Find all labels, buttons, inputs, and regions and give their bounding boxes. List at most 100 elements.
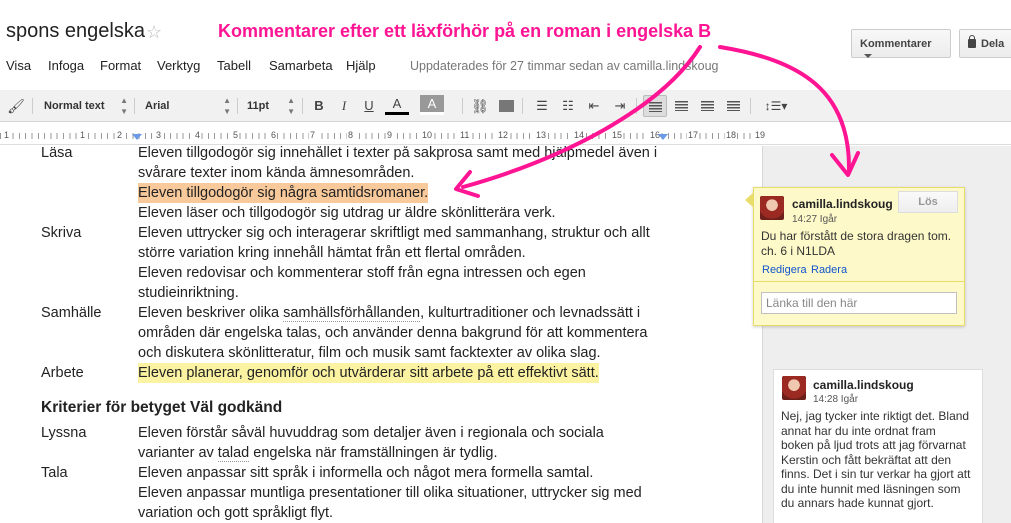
section-heading: Kriterier för betyget Väl godkänd: [41, 399, 283, 416]
criteria-text: varianter av talad engelska när framstäl…: [138, 443, 498, 463]
bulleted-list-icon[interactable]: ☷: [558, 95, 578, 117]
criteria-text: Eleven redovisar och kommenterar stoff f…: [138, 265, 586, 281]
ruler-number: 17: [687, 130, 700, 140]
criteria-text: Eleven läser och tillgodogör sig utdrag …: [138, 205, 556, 221]
criteria-text: studieinriktning.: [138, 285, 239, 301]
ruler-number: 11: [459, 130, 471, 140]
comment-author: camilla.lindskoug: [792, 197, 893, 211]
criteria-label: Samhälle: [41, 305, 102, 321]
text-segment: varianter av: [138, 445, 218, 461]
last-updated-status[interactable]: Uppdaterades för 27 timmar sedan av cami…: [410, 59, 719, 73]
title-bar: spons engelska ☆ Kommentarer efter ett l…: [0, 0, 1011, 59]
edit-comment-link[interactable]: Redigera: [762, 264, 807, 276]
font-select[interactable]: Arial ▲ ▼: [141, 95, 233, 117]
text-segment: , kulturtraditioner och levnadssätt i: [420, 305, 641, 321]
highlight-color-button[interactable]: A: [420, 95, 444, 115]
document-title[interactable]: spons engelska: [6, 20, 145, 43]
comment-card[interactable]: camilla.lindskoug 14:28 Igår Nej, jag ty…: [773, 369, 983, 523]
ruler-number: 10: [421, 130, 434, 140]
italic-button[interactable]: I: [334, 95, 354, 117]
criteria-label: Arbete: [41, 365, 84, 381]
ruler-number: 5: [232, 130, 240, 140]
comment-author: camilla.lindskoug: [813, 378, 914, 392]
avatar: [782, 376, 806, 400]
menu-collaborate[interactable]: Samarbeta: [269, 58, 333, 73]
numbered-list-icon[interactable]: ☰: [532, 95, 552, 117]
menu-tools[interactable]: Verktyg: [157, 58, 200, 73]
menu-table[interactable]: Tabell: [217, 58, 251, 73]
menu-view[interactable]: Visa: [6, 58, 31, 73]
comment-time: 14:28 Igår: [813, 394, 859, 405]
underline-button[interactable]: U: [359, 95, 379, 117]
paint-format-icon[interactable]: 🖌: [6, 95, 26, 117]
link-to-comment-input[interactable]: [761, 292, 957, 314]
ruler-number: 7: [309, 130, 317, 140]
image-icon[interactable]: [496, 95, 516, 117]
spellcheck-word[interactable]: talad: [217, 445, 250, 462]
criteria-text: svårare texter inom kända ämnesområden.: [138, 165, 415, 181]
align-justify-icon[interactable]: [722, 95, 744, 117]
delete-comment-link[interactable]: Radera: [811, 264, 847, 276]
font-size-select[interactable]: 11pt ▲ ▼: [243, 95, 297, 117]
align-right-icon[interactable]: [696, 95, 718, 117]
criteria-text: Eleven anpassar sitt språk i informella …: [138, 465, 594, 481]
avatar: [760, 196, 784, 220]
criteria-text: Eleven förstår såväl huvuddrag som detal…: [138, 425, 604, 441]
commented-text-highlight[interactable]: Eleven planerar, genomför och utvärderar…: [138, 363, 599, 383]
lock-icon: [968, 35, 976, 48]
criteria-text: variation och gott språkligt flyt.: [138, 505, 334, 521]
menu-bar: Visa Infoga Format Verktyg Tabell Samarb…: [0, 52, 1011, 80]
spellcheck-word[interactable]: samhällsförhållanden: [283, 305, 421, 322]
select-arrows-icon: ▲ ▼: [223, 96, 231, 116]
ruler-number: 6: [270, 130, 278, 140]
comment-card-active[interactable]: camilla.lindskoug 14:27 Igår Lös Du har …: [745, 187, 965, 326]
ruler-number: 15: [611, 130, 624, 140]
share-button-label: Dela: [981, 38, 1005, 50]
ruler-number: 19: [754, 130, 767, 140]
comment-time: 14:27 Igår: [792, 214, 838, 225]
line-spacing-icon[interactable]: ↕☰▾: [760, 95, 792, 117]
toolbar-divider: [462, 98, 463, 114]
align-left-icon[interactable]: [643, 95, 667, 117]
annotation-caption: Kommentarer efter ett läxförhör på en ro…: [218, 21, 712, 41]
increase-indent-icon[interactable]: ⇥: [610, 95, 630, 117]
star-icon[interactable]: ☆: [146, 22, 162, 43]
style-select[interactable]: Normal text ▲ ▼: [40, 95, 130, 117]
ruler-number: 14: [573, 130, 586, 140]
criteria-label: Läsa: [41, 146, 73, 161]
commented-text-highlight[interactable]: Eleven tillgodogör sig några samtidsroma…: [138, 183, 429, 203]
comment-divider: [754, 281, 964, 282]
align-center-icon[interactable]: [670, 95, 692, 117]
document-page[interactable]: Läsa Eleven tillgodogör sig innehållet i…: [0, 146, 762, 523]
left-indent-handle[interactable]: [132, 134, 142, 140]
decrease-indent-icon[interactable]: ⇤: [584, 95, 604, 117]
ruler[interactable]: 1 1 2 3 4 5 6 7 8 9 10 11 12 13 14 15 16…: [0, 123, 1011, 145]
menu-help[interactable]: Hjälp: [346, 58, 376, 73]
toolbar-divider: [302, 98, 303, 114]
font-select-value: Arial: [145, 100, 170, 112]
toolbar-divider: [32, 98, 33, 114]
text-color-button[interactable]: A: [385, 95, 409, 115]
criteria-text: Eleven beskriver olika samhällsförhållan…: [138, 303, 640, 323]
ruler-number: 13: [535, 130, 548, 140]
resolve-button[interactable]: Lös: [898, 191, 958, 213]
link-icon[interactable]: ⛓: [470, 95, 490, 117]
comments-button-label: Kommentarer: [860, 38, 932, 50]
comment-body: Nej, jag tycker inte riktigt det. Bland …: [781, 409, 971, 510]
toolbar-divider: [750, 98, 751, 114]
bold-button[interactable]: B: [309, 95, 329, 117]
ruler-number: 12: [497, 130, 510, 140]
ruler-number: 1: [79, 130, 87, 140]
text-segment: Eleven beskriver olika: [138, 305, 284, 321]
menu-insert[interactable]: Infoga: [48, 58, 84, 73]
criteria-label: Skriva: [41, 225, 82, 241]
toolbar-divider: [237, 98, 238, 114]
ruler-number: 8: [347, 130, 355, 140]
criteria-label: Lyssna: [41, 425, 87, 441]
ruler-number: 3: [155, 130, 163, 140]
menu-format[interactable]: Format: [100, 58, 141, 73]
toolbar-divider: [522, 98, 523, 114]
right-indent-handle[interactable]: [658, 134, 668, 140]
criteria-text: större variation kring innehåll hämtat f…: [138, 245, 526, 261]
comment-body: Du har förstått de stora dragen tom. ch.…: [761, 229, 952, 258]
